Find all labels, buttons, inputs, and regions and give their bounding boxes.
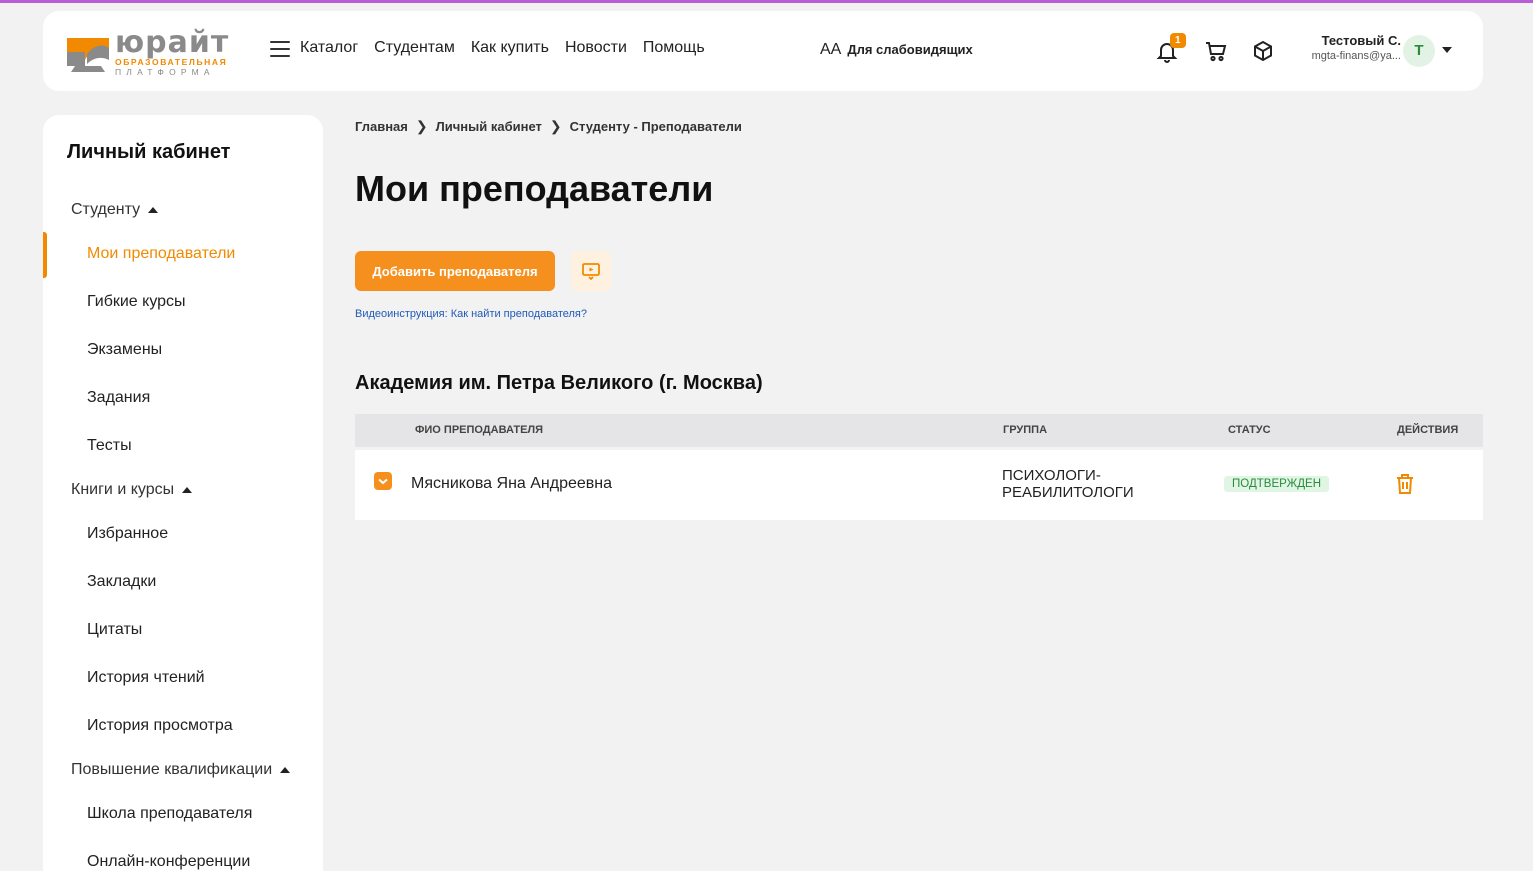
sidebar-section-label: Студенту: [71, 201, 141, 218]
column-header-name: ФИО ПРЕПОДАВАТЕЛЯ: [415, 424, 544, 436]
sidebar-section-label: Книги и курсы: [71, 481, 175, 498]
column-header-actions: ДЕЙСТВИЯ: [1397, 424, 1459, 436]
sidebar-item-online-conferences[interactable]: Онлайн-конференции: [87, 853, 250, 871]
logo-tagline-2: ПЛАТФОРМА: [115, 67, 215, 77]
nav-how-to-buy[interactable]: Как купить: [471, 39, 549, 57]
user-menu[interactable]: Тестовый С. mgta-finans@ya...: [1293, 33, 1401, 62]
status-badge: ПОДТВЕРЖДЕН: [1224, 476, 1330, 492]
chevron-up-icon: [280, 767, 291, 773]
sidebar-item-tasks[interactable]: Задания: [87, 389, 150, 407]
sidebar-item-reading-history[interactable]: История чтений: [87, 669, 205, 687]
teacher-name: Мясникова Яна Андреевна: [411, 475, 613, 492]
chevron-up-icon: [182, 487, 193, 493]
nav-students[interactable]: Студентам: [374, 39, 455, 57]
sidebar-section-label: Повышение квалификации: [71, 761, 273, 778]
menu-icon[interactable]: [270, 41, 290, 59]
nav-help[interactable]: Помощь: [643, 39, 705, 57]
sidebar-title: Личный кабинет: [67, 141, 231, 163]
accessibility-toggle[interactable]: АA Для слабовидящих: [820, 41, 973, 59]
sidebar-item-view-history[interactable]: История просмотра: [87, 717, 233, 735]
sidebar-section-qualification[interactable]: Повышение квалификации: [71, 761, 291, 779]
nav-news[interactable]: Новости: [565, 39, 627, 57]
font-size-icon: АA: [820, 41, 842, 58]
breadcrumb-cabinet[interactable]: Личный кабинет: [436, 119, 542, 134]
chevron-right-icon: ❯: [415, 118, 428, 134]
chevron-right-icon: ❯: [549, 118, 562, 134]
notification-badge: 1: [1170, 33, 1186, 48]
logo-tagline-1: ОБРАЗОВАТЕЛЬНАЯ: [115, 57, 228, 67]
user-name: Тестовый С.: [1321, 33, 1401, 48]
sidebar-item-tests[interactable]: Тесты: [87, 437, 132, 455]
chevron-down-icon[interactable]: [1442, 47, 1452, 53]
sidebar-item-quotes[interactable]: Цитаты: [87, 621, 142, 639]
chevron-up-icon: [148, 207, 159, 213]
organization-title: Академия им. Петра Великого (г. Москва): [355, 372, 763, 394]
breadcrumb: Главная ❯ Личный кабинет ❯ Студенту - Пр…: [355, 118, 742, 135]
page-title: Мои преподаватели: [355, 168, 714, 209]
cart-icon[interactable]: [1204, 39, 1228, 63]
table-header: ФИО ПРЕПОДАВАТЕЛЯ ГРУППА СТАТУС ДЕЙСТВИЯ: [355, 414, 1483, 447]
box-icon[interactable]: [1251, 39, 1275, 63]
avatar[interactable]: Т: [1403, 35, 1435, 67]
sidebar-item-flexible-courses[interactable]: Гибкие курсы: [87, 293, 186, 311]
teacher-group: ПСИХОЛОГИ- РЕАБИЛИТОЛОГИ: [1002, 467, 1162, 501]
expand-checkbox[interactable]: [374, 472, 392, 490]
site-header: юрайт ОБРАЗОВАТЕЛЬНАЯ ПЛАТФОРМА Каталог …: [43, 11, 1483, 91]
teacher-group-line-2: РЕАБИЛИТОЛОГИ: [1002, 484, 1134, 501]
sidebar-item-bookmarks[interactable]: Закладки: [87, 573, 156, 591]
sidebar-section-books[interactable]: Книги и курсы: [71, 481, 193, 499]
sidebar-item-favorites[interactable]: Избранное: [87, 525, 168, 543]
breadcrumb-current: Студенту - Преподаватели: [569, 119, 742, 134]
sidebar-item-teacher-school[interactable]: Школа преподавателя: [87, 805, 252, 823]
trash-icon[interactable]: [1395, 472, 1415, 496]
table-row: Мясникова Яна Андреевна ПСИХОЛОГИ- РЕАБИ…: [355, 450, 1483, 520]
user-email: mgta-finans@ya...: [1311, 50, 1401, 62]
sidebar-item-exams[interactable]: Экзамены: [87, 341, 162, 359]
add-teacher-button[interactable]: Добавить преподавателя: [355, 251, 555, 291]
column-header-status: СТАТУС: [1228, 424, 1271, 436]
top-accent-line: [0, 0, 1533, 3]
sidebar-item-my-teachers[interactable]: Мои преподаватели: [87, 245, 235, 263]
column-header-group: ГРУППА: [1003, 424, 1048, 436]
teachers-table: ФИО ПРЕПОДАВАТЕЛЯ ГРУППА СТАТУС ДЕЙСТВИЯ…: [355, 414, 1483, 520]
teacher-group-line-1: ПСИХОЛОГИ-: [1002, 467, 1101, 484]
logo-icon: [65, 30, 111, 76]
sidebar: Личный кабинет Студенту Мои преподавател…: [43, 115, 323, 871]
breadcrumb-home[interactable]: Главная: [355, 119, 408, 134]
logo-wordmark: юрайт: [115, 25, 230, 60]
video-instruction-link[interactable]: Видеоинструкция: Как найти преподавателя…: [355, 308, 587, 320]
active-item-marker: [43, 232, 47, 278]
video-help-icon[interactable]: [571, 251, 611, 291]
sidebar-section-student[interactable]: Студенту: [71, 201, 159, 219]
main-nav: Каталог Студентам Как купить Новости Пом…: [300, 39, 705, 57]
nav-catalog[interactable]: Каталог: [300, 39, 358, 57]
accessibility-label: Для слабовидящих: [847, 42, 973, 57]
logo[interactable]: юрайт ОБРАЗОВАТЕЛЬНАЯ ПЛАТФОРМА: [65, 27, 255, 79]
